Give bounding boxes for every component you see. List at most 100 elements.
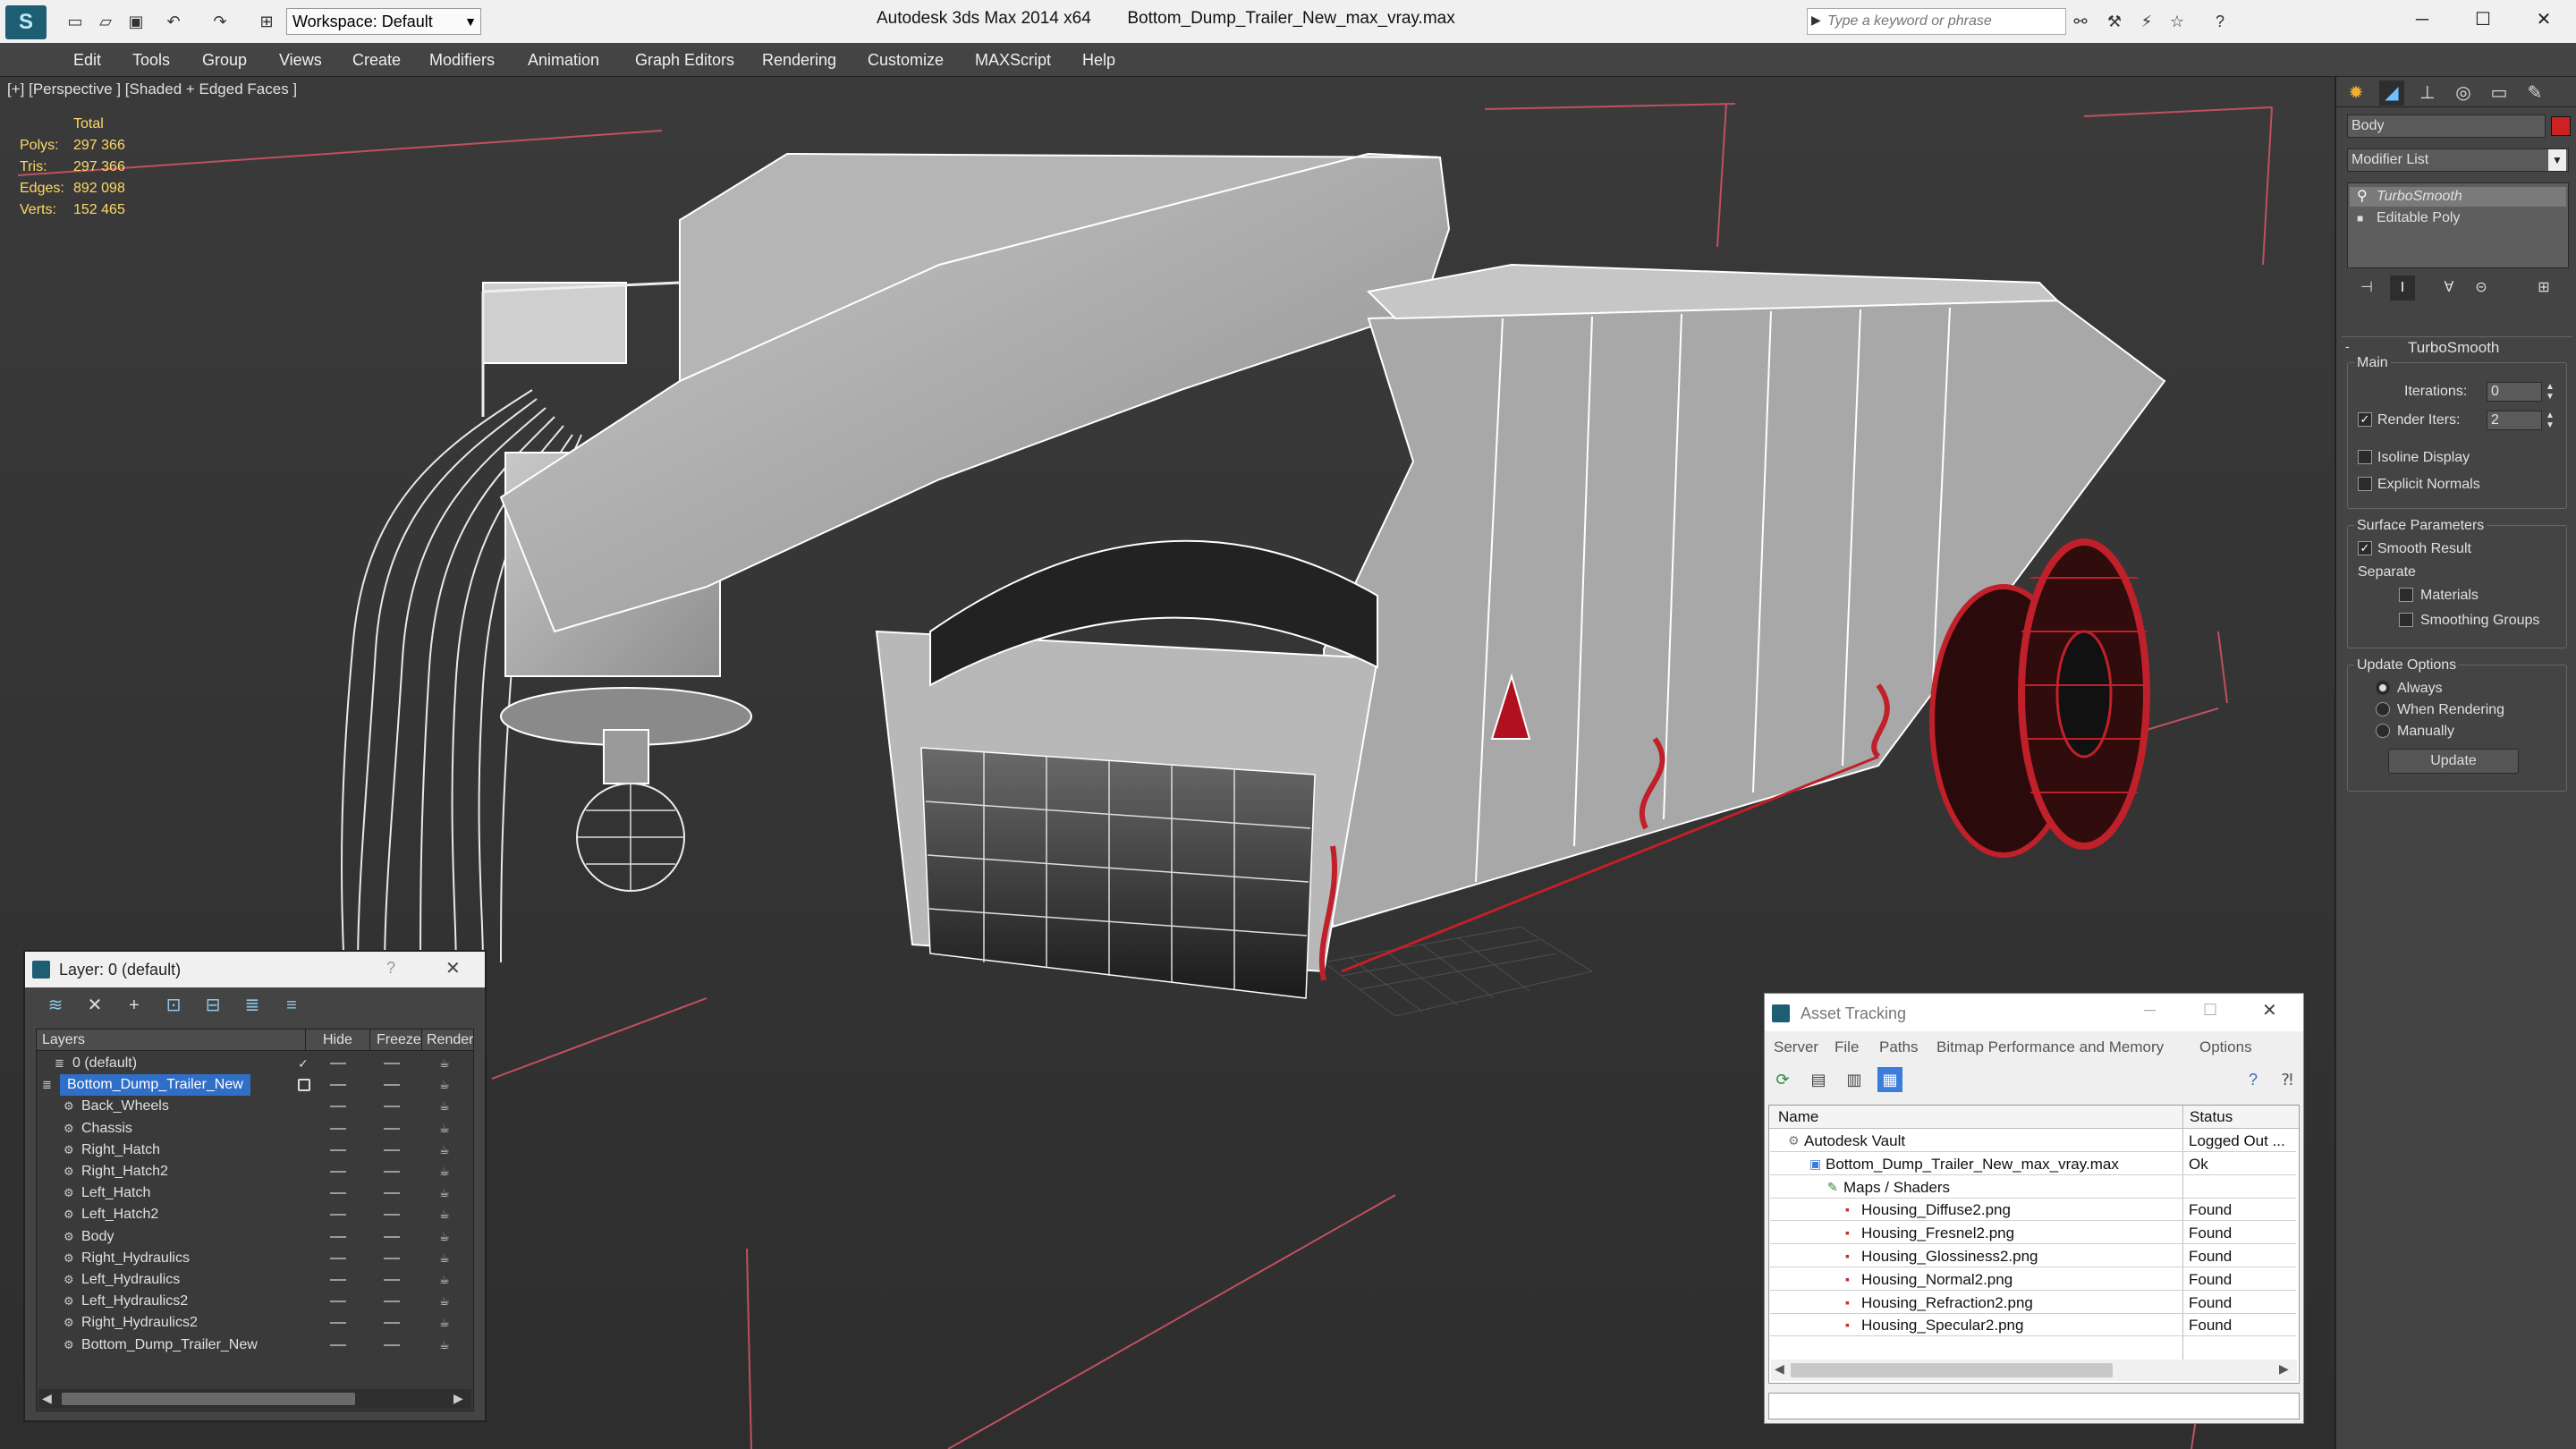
- search-box[interactable]: ▶: [1807, 8, 2066, 35]
- asset-menu-server[interactable]: Server: [1774, 1035, 1818, 1060]
- render-teapot-icon[interactable]: ☕: [439, 1291, 450, 1312]
- freeze-toggle[interactable]: [384, 1127, 400, 1130]
- isoline-display-checkbox[interactable]: [2358, 450, 2372, 464]
- asset-row[interactable]: ▪ Housing_Refraction2.png Found: [1770, 1292, 2296, 1314]
- make-unique-icon[interactable]: ∀: [2436, 275, 2462, 301]
- asset-row[interactable]: ⚙ Autodesk Vault Logged Out ...: [1770, 1130, 2296, 1152]
- hide-toggle[interactable]: [330, 1192, 346, 1195]
- asset-path-field[interactable]: [1768, 1393, 2300, 1419]
- hide-toggle[interactable]: [330, 1127, 346, 1130]
- object-color-swatch[interactable]: [2551, 116, 2571, 136]
- layer-row[interactable]: ⚙ Chassis ☕: [38, 1118, 473, 1140]
- menu-group[interactable]: Group: [202, 43, 247, 77]
- communication-icon[interactable]: ⚒: [2102, 11, 2127, 32]
- scroll-right-icon[interactable]: ▶: [453, 1391, 463, 1406]
- undo-icon[interactable]: ↶: [161, 11, 186, 32]
- motion-tab-icon[interactable]: ◎: [2451, 80, 2476, 106]
- viewport-label[interactable]: [+] [Perspective ] [Shaded + Edged Faces…: [7, 80, 297, 98]
- modifier-list-dropdown[interactable]: Modifier List ▼: [2347, 148, 2569, 172]
- refresh-icon[interactable]: ⟳: [1770, 1067, 1795, 1092]
- asset-menu-paths[interactable]: Paths: [1879, 1035, 1918, 1060]
- menu-animation[interactable]: Animation: [528, 43, 599, 77]
- object-name-field[interactable]: Body: [2347, 114, 2546, 138]
- stack-item-editable-poly[interactable]: ■ Editable Poly: [2350, 208, 2566, 228]
- col-layers[interactable]: Layers: [42, 1030, 85, 1051]
- layer-row[interactable]: ≣ 0 (default) ✓ ☕: [38, 1053, 473, 1074]
- display-tab-icon[interactable]: ▭: [2487, 80, 2512, 106]
- binoculars-icon[interactable]: ⚯: [2068, 11, 2093, 32]
- col-hide[interactable]: Hide: [323, 1030, 352, 1051]
- freeze-toggle[interactable]: [384, 1106, 400, 1108]
- delete-layer-icon[interactable]: ✕: [82, 993, 107, 1018]
- menu-maxscript[interactable]: MAXScript: [975, 43, 1051, 77]
- rollout-title[interactable]: TurboSmooth: [2408, 339, 2499, 357]
- hide-toggle[interactable]: [330, 1063, 346, 1064]
- grid-view-icon[interactable]: ▦: [1877, 1067, 1902, 1092]
- layer-row[interactable]: ⚙ Right_Hydraulics2 ☕: [38, 1312, 473, 1334]
- asset-minimize-button[interactable]: ─: [2144, 1001, 2156, 1020]
- manually-radio[interactable]: [2376, 724, 2390, 738]
- asset-row[interactable]: ▪ Housing_Specular2.png Found: [1770, 1314, 2296, 1337]
- favorites-star-icon[interactable]: ☆: [2165, 11, 2190, 32]
- list-view-icon[interactable]: ▤: [1806, 1067, 1831, 1092]
- asset-maximize-button[interactable]: ☐: [2203, 1001, 2217, 1020]
- menu-modifiers[interactable]: Modifiers: [429, 43, 495, 77]
- app-logo[interactable]: S: [5, 5, 47, 39]
- layer-row[interactable]: ⚙ Right_Hydraulics ☕: [38, 1248, 473, 1269]
- smooth-result-checkbox[interactable]: ✓: [2358, 541, 2372, 555]
- menu-help[interactable]: Help: [1082, 43, 1115, 77]
- help-icon[interactable]: ?: [2207, 11, 2233, 32]
- col-freeze[interactable]: Freeze: [377, 1030, 421, 1051]
- menu-rendering[interactable]: Rendering: [762, 43, 836, 77]
- asset-hscroll[interactable]: ◀ ▶: [1771, 1360, 2297, 1381]
- materials-checkbox[interactable]: [2399, 588, 2413, 602]
- freeze-toggle[interactable]: [384, 1279, 400, 1281]
- new-file-icon[interactable]: ▭: [63, 11, 88, 32]
- asset-row[interactable]: ✎ Maps / Shaders: [1770, 1176, 2296, 1199]
- pin-stack-icon[interactable]: ⊣: [2354, 275, 2379, 301]
- update-button[interactable]: Update: [2388, 749, 2519, 774]
- render-teapot-icon[interactable]: ☕: [439, 1226, 450, 1248]
- search-input[interactable]: [1827, 11, 2062, 32]
- render-teapot-icon[interactable]: ☕: [439, 1140, 450, 1161]
- hide-toggle[interactable]: [330, 1322, 346, 1325]
- asset-menu-options[interactable]: Options: [2199, 1035, 2252, 1060]
- layer-scroll-thumb[interactable]: [62, 1393, 355, 1405]
- render-teapot-icon[interactable]: ☕: [439, 1204, 450, 1225]
- layer-row[interactable]: ⚙ Left_Hydraulics2 ☕: [38, 1291, 473, 1312]
- freeze-toggle[interactable]: [384, 1235, 400, 1238]
- active-layer-toggle[interactable]: [298, 1079, 310, 1092]
- render-teapot-icon[interactable]: ☕: [439, 1335, 450, 1356]
- layer-row[interactable]: ≣ Bottom_Dump_Trailer_New ☕: [38, 1074, 473, 1097]
- menu-customize[interactable]: Customize: [868, 43, 944, 77]
- hide-toggle[interactable]: [330, 1084, 346, 1087]
- layer-close-button[interactable]: ✕: [445, 957, 461, 979]
- lightbulb-icon[interactable]: ⚲: [2357, 187, 2368, 207]
- maximize-button[interactable]: ☐: [2454, 0, 2512, 39]
- freeze-toggle[interactable]: [384, 1084, 400, 1087]
- menu-edit[interactable]: Edit: [73, 43, 101, 77]
- freeze-all-layers-icon[interactable]: ≡: [279, 993, 304, 1018]
- hide-toggle[interactable]: [330, 1257, 346, 1259]
- always-radio[interactable]: [2376, 681, 2390, 695]
- layer-row[interactable]: ⚙ Right_Hatch ☕: [38, 1140, 473, 1161]
- freeze-toggle[interactable]: [384, 1322, 400, 1325]
- minimize-button[interactable]: ─: [2394, 0, 2451, 39]
- menu-tools[interactable]: Tools: [132, 43, 170, 77]
- scroll-left-icon[interactable]: ◀: [42, 1391, 52, 1406]
- render-iters-spinner[interactable]: 2: [2487, 411, 2542, 430]
- explicit-normals-checkbox[interactable]: [2358, 477, 2372, 491]
- save-file-icon[interactable]: ▣: [123, 11, 148, 32]
- layer-hscroll[interactable]: ◀ ▶: [38, 1389, 471, 1409]
- create-layer-icon[interactable]: ≋: [43, 993, 68, 1018]
- spinner-arrows-icon[interactable]: ▲ ▼: [2546, 411, 2555, 430]
- render-teapot-icon[interactable]: ☕: [439, 1182, 450, 1204]
- hide-toggle[interactable]: [330, 1301, 346, 1303]
- freeze-toggle[interactable]: [384, 1301, 400, 1303]
- hide-toggle[interactable]: [330, 1106, 346, 1108]
- utilities-tab-icon[interactable]: ✎: [2522, 80, 2547, 106]
- render-iters-checkbox[interactable]: ✓: [2358, 412, 2372, 427]
- menu-create[interactable]: Create: [352, 43, 401, 77]
- layer-help-button[interactable]: ?: [386, 959, 395, 978]
- asset-row[interactable]: ▪ Housing_Fresnel2.png Found: [1770, 1222, 2296, 1245]
